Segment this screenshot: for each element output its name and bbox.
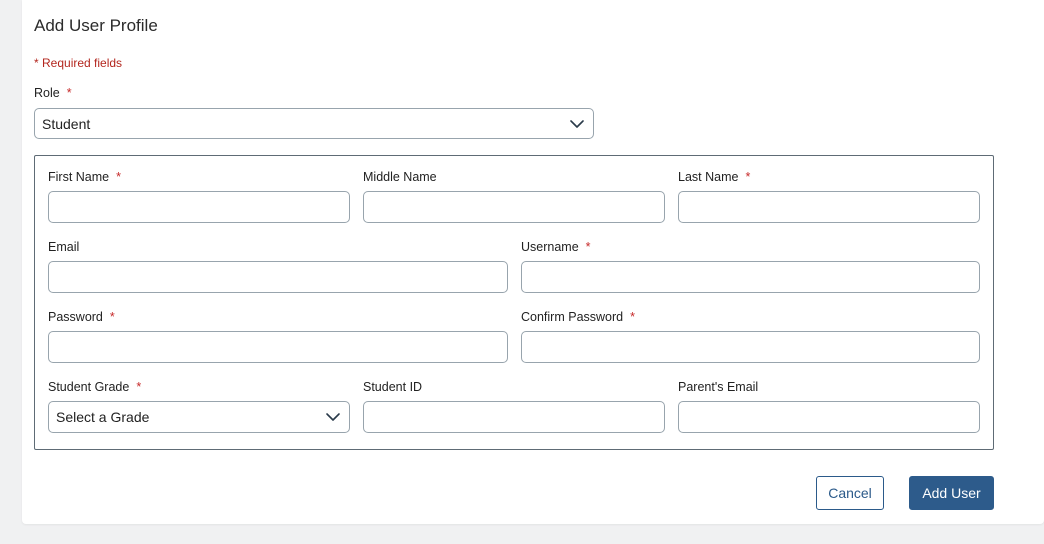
required-marker: * [745,170,751,184]
required-marker: * [630,310,635,324]
required-marker: * [585,240,591,254]
required-marker: * [136,380,142,394]
chevron-down-icon [570,120,584,128]
confirm-password-label: Confirm Password * [521,310,635,324]
password-label-text: Password [48,310,103,324]
confirm-password-label-text: Confirm Password [521,310,624,324]
first-name-input[interactable] [48,191,350,223]
parents-email-label: Parent's Email [678,380,759,394]
student-id-input[interactable] [363,401,665,433]
required-marker: * [109,310,115,324]
first-name-label-text: First Name [48,170,110,184]
role-label: Role * [34,86,72,100]
parents-email-input[interactable] [678,401,980,433]
password-input[interactable] [48,331,508,363]
student-grade-label: Student Grade * [48,380,141,394]
role-label-text: Role [34,86,60,100]
required-marker: * [66,86,72,100]
required-fields-note: * Required fields [34,56,123,70]
last-name-label: Last Name * [678,170,750,184]
role-select[interactable]: Student [34,108,594,139]
email-label: Email [48,240,80,254]
password-label: Password * [48,310,115,324]
required-marker: * [116,170,121,184]
student-grade-select-value: Select a Grade [56,409,150,425]
middle-name-label: Middle Name [363,170,437,184]
first-name-label: First Name * [48,170,121,184]
add-user-profile-card: Add User Profile * Required fields Role *… [22,0,1044,524]
add-user-button[interactable]: Add User [909,476,994,510]
email-input[interactable] [48,261,508,293]
username-input[interactable] [521,261,980,293]
chevron-down-icon [326,413,340,421]
last-name-label-text: Last Name [678,170,739,184]
student-id-label: Student ID [363,380,423,394]
student-grade-select[interactable]: Select a Grade [48,401,350,433]
username-label: Username * [521,240,591,254]
cancel-button[interactable]: Cancel [816,476,884,510]
student-grade-label-text: Student Grade [48,380,130,394]
confirm-password-input[interactable] [521,331,980,363]
username-label-text: Username [521,240,579,254]
role-select-value: Student [42,115,91,132]
middle-name-input[interactable] [363,191,665,223]
last-name-input[interactable] [678,191,980,223]
page-title: Add User Profile [34,16,158,35]
